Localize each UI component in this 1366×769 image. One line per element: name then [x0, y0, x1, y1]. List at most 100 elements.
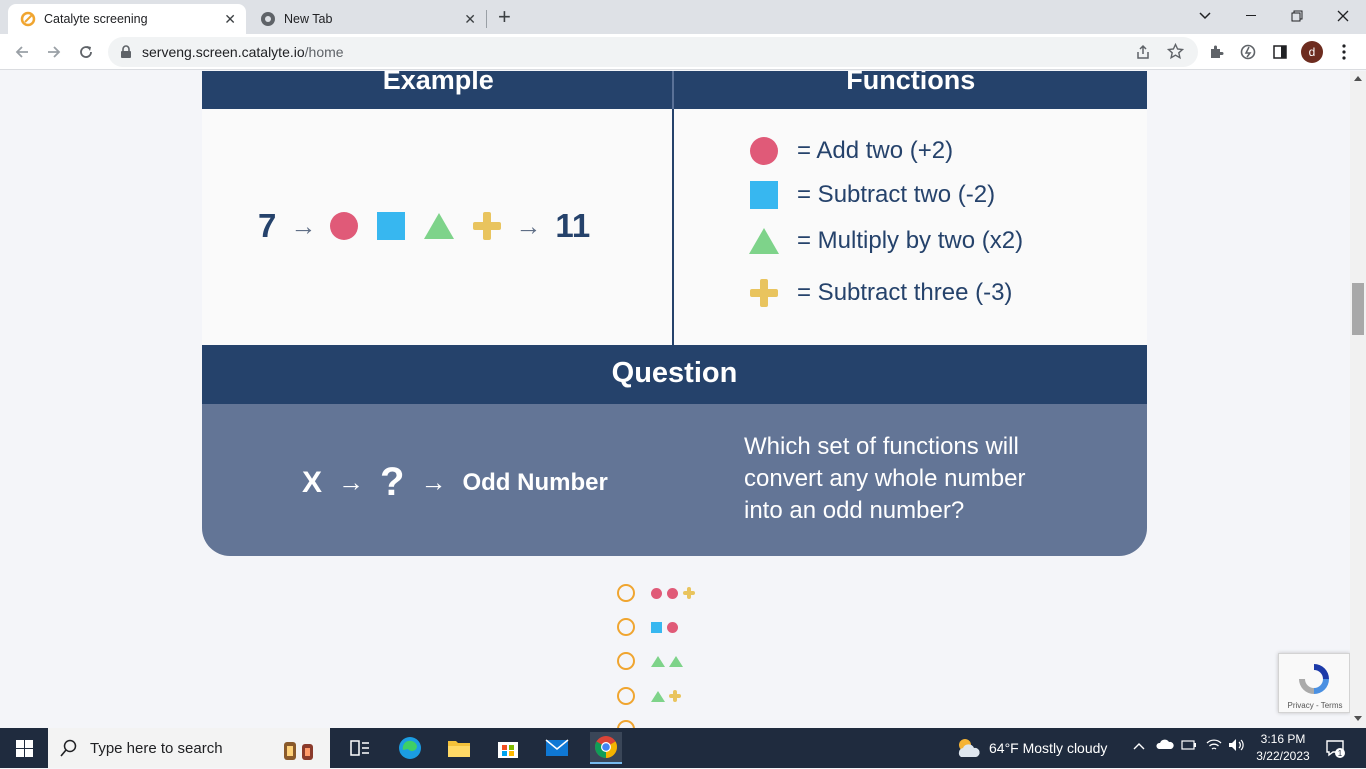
circle-shape-icon	[651, 587, 662, 599]
bookmark-star-icon[interactable]	[1166, 42, 1185, 65]
lock-icon[interactable]	[120, 45, 132, 64]
address-bar[interactable]: serveng.screen.catalyte.io/home	[108, 37, 1198, 67]
answer-option-3[interactable]	[617, 652, 687, 670]
notification-center-icon[interactable]: 1	[1325, 738, 1345, 758]
minimize-icon[interactable]	[1231, 4, 1271, 28]
function-text: = Multiply by two (x2)	[797, 227, 1024, 254]
extensions-puzzle-icon[interactable]	[1206, 42, 1226, 62]
battery-icon[interactable]	[1181, 738, 1197, 753]
show-hidden-icons-icon[interactable]	[1133, 738, 1145, 753]
question-body: X → ? → Odd Number Which set of function…	[202, 404, 1147, 556]
taskbar-clock[interactable]: 3:16 PM 3/22/2023	[1252, 731, 1314, 765]
question-output: Odd Number	[462, 468, 608, 496]
catalyte-favicon-icon	[20, 11, 36, 27]
radio-button[interactable]	[617, 652, 635, 670]
notification-count: 1	[1338, 749, 1343, 758]
answer-option-2[interactable]	[617, 618, 683, 636]
side-panel-icon[interactable]	[1270, 42, 1290, 62]
close-tab-icon[interactable]: ✕	[464, 11, 476, 27]
function-shape	[750, 181, 778, 209]
square-shape-icon	[651, 621, 662, 633]
profile-avatar[interactable]: d	[1301, 41, 1323, 63]
recaptcha-badge[interactable]: Privacy - Terms	[1278, 653, 1350, 713]
file-explorer-icon[interactable]	[443, 732, 475, 764]
answer-option-4[interactable]	[617, 687, 686, 705]
forward-arrow-icon[interactable]	[42, 40, 66, 64]
question-unknown: ?	[380, 460, 405, 504]
functions-header: Functions	[846, 71, 976, 95]
chrome-icon	[260, 11, 276, 27]
tab-catalyte-screening[interactable]: Catalyte screening ✕	[8, 4, 246, 34]
function-shape	[750, 137, 778, 165]
example-cell: 7 → → 11	[202, 109, 672, 345]
page-viewport: Example Functions 7 → → 11 = Add two (+2…	[0, 71, 1350, 728]
tab-new-tab[interactable]: New Tab ✕	[248, 4, 486, 34]
puzzle-card: Example Functions 7 → → 11 = Add two (+2…	[202, 71, 1147, 556]
close-window-icon[interactable]	[1323, 4, 1363, 28]
tab-search-icon[interactable]	[1185, 4, 1225, 28]
arrow-icon: →	[515, 210, 542, 241]
extension-icon[interactable]	[1238, 42, 1258, 62]
search-icon	[60, 739, 78, 757]
answer-option-1[interactable]	[617, 584, 700, 602]
lanterns-icon	[280, 734, 322, 769]
radio-button[interactable]	[617, 687, 635, 705]
weather-cloudy-icon	[955, 737, 981, 759]
tab-title: Catalyte screening	[44, 12, 148, 26]
chrome-taskbar-icon[interactable]	[590, 732, 622, 764]
close-tab-icon[interactable]: ✕	[224, 11, 236, 27]
back-arrow-icon[interactable]	[10, 40, 34, 64]
triangle-shape-icon	[749, 228, 779, 254]
arrow-icon: →	[290, 210, 317, 241]
function-row-triangle: = Multiply by two (x2)	[749, 227, 1024, 255]
table-header-row: Example Functions	[202, 71, 1147, 109]
search-placeholder: Type here to search	[90, 739, 223, 757]
function-shape	[749, 228, 779, 254]
chrome-menu-icon[interactable]	[1334, 42, 1354, 62]
function-text: = Add two (+2)	[797, 137, 954, 164]
triangle-shape-icon	[651, 655, 665, 667]
triangle-shape-icon	[424, 213, 455, 239]
function-text: = Subtract two (-2)	[797, 181, 996, 208]
url-text: serveng.screen.catalyte.io/home	[142, 44, 344, 60]
restore-icon[interactable]	[1277, 4, 1317, 28]
radio-button[interactable]	[617, 720, 635, 728]
example-header: Example	[382, 71, 494, 95]
radio-button[interactable]	[617, 618, 635, 636]
wifi-icon[interactable]	[1206, 738, 1222, 755]
taskbar-search-box[interactable]: Type here to search	[48, 728, 330, 768]
example-expression: 7 → → 11	[258, 207, 590, 245]
example-result-number: 11	[555, 207, 591, 244]
weather-widget[interactable]: 64°F Mostly cloudy	[955, 728, 1107, 768]
question-prompt: Which set of functions will convert any …	[744, 433, 1026, 524]
task-view-icon[interactable]	[344, 732, 376, 764]
edge-browser-icon[interactable]	[394, 732, 426, 764]
radio-button[interactable]	[617, 584, 635, 602]
square-shape-icon	[377, 212, 406, 240]
function-shape	[750, 279, 778, 307]
browser-tab-bar: Catalyte screening ✕ New Tab ✕ +	[0, 0, 1366, 34]
answer-option-5[interactable]	[617, 720, 651, 728]
mail-icon[interactable]	[541, 732, 573, 764]
recaptcha-logo-icon	[1295, 660, 1333, 703]
volume-icon[interactable]	[1228, 738, 1246, 755]
triangle-shape-icon	[651, 690, 665, 702]
reload-icon[interactable]	[74, 40, 98, 64]
plus-shape-icon	[683, 587, 695, 599]
microsoft-store-icon[interactable]	[492, 732, 524, 764]
share-icon[interactable]	[1135, 44, 1151, 65]
scroll-up-icon[interactable]	[1354, 76, 1362, 81]
circle-shape-icon	[667, 621, 678, 633]
recaptcha-links[interactable]: Privacy - Terms	[1279, 701, 1350, 710]
plus-shape-icon	[473, 212, 502, 240]
page-scrollbar[interactable]	[1350, 71, 1366, 728]
tab-separator	[486, 10, 487, 28]
scroll-thumb[interactable]	[1352, 283, 1364, 335]
clock-date: 3/22/2023	[1256, 749, 1310, 763]
new-tab-button[interactable]: +	[498, 5, 511, 29]
plus-shape-icon	[669, 690, 681, 702]
windows-start-icon[interactable]	[0, 728, 48, 768]
function-row-circle: = Add two (+2)	[750, 137, 953, 165]
onedrive-cloud-icon[interactable]	[1156, 738, 1174, 753]
scroll-down-icon[interactable]	[1354, 716, 1362, 721]
